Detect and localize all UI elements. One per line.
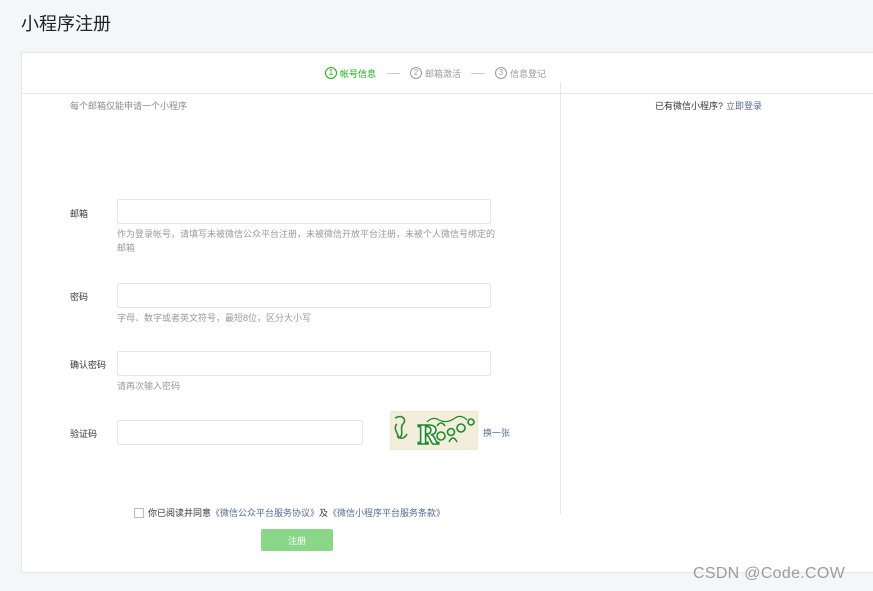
agreement-checkbox[interactable] — [134, 507, 144, 518]
step-number: 1 — [324, 67, 337, 79]
email-tip: 作为登录帐号，请填写未被微信公众平台注册，未被微信开放平台注册，未被个人微信号绑… — [117, 229, 496, 253]
step-number: 2 — [409, 67, 422, 79]
agreement-and: 及 — [319, 508, 329, 518]
agreement-row: 你已阅读并同意 《微信公众平台服务协议》 及 《微信小程序平台服务条款》 — [134, 506, 445, 519]
confirm-password-field[interactable] — [117, 351, 491, 376]
step-label: 帐号信息 — [339, 68, 376, 79]
platform-agreement-link[interactable]: 《微信公众平台服务协议》 — [211, 506, 319, 519]
captcha-graphic: R — [394, 415, 475, 452]
register-button[interactable]: 注册 — [261, 529, 333, 551]
captcha-label: 验证码 — [70, 429, 98, 439]
step-separator — [385, 72, 400, 74]
password-label: 密码 — [70, 292, 89, 302]
existing-account-prompt: 已有微信小程序? 立即登录 — [655, 99, 762, 112]
step-info-registration: 3 信息登记 — [495, 67, 546, 80]
step-indicator: 1 帐号信息 2 邮箱激活 3 信息登记 — [22, 53, 873, 94]
confirm-password-label: 确认密码 — [70, 360, 107, 370]
login-link[interactable]: 立即登录 — [726, 101, 762, 111]
step-label: 信息登记 — [510, 68, 547, 79]
watermark: CSDN @Code.COW — [693, 565, 846, 582]
step-email-activation: 2 邮箱激活 — [409, 67, 461, 80]
password-tip: 字母、数字或者英文符号，最短8位，区分大小写 — [117, 313, 312, 323]
password-field[interactable] — [117, 283, 491, 308]
page-title: 小程序注册 — [21, 14, 111, 34]
refresh-captcha-link[interactable]: 换一张 — [483, 426, 510, 439]
captcha-field[interactable] — [117, 420, 363, 445]
email-label: 邮箱 — [70, 209, 89, 219]
captcha-char: R — [417, 421, 439, 451]
step-label: 邮箱激活 — [424, 68, 461, 79]
existing-account-text: 已有微信小程序? — [655, 101, 724, 111]
miniprogram-terms-link[interactable]: 《微信小程序平台服务条款》 — [328, 506, 445, 519]
captcha-image[interactable]: R — [390, 411, 478, 452]
form-hint: 每个邮箱仅能申请一个小程序 — [70, 101, 188, 111]
step-separator — [471, 72, 485, 74]
agreement-prefix: 你已阅读并同意 — [148, 508, 212, 518]
confirm-password-tip: 请再次输入密码 — [117, 381, 181, 391]
email-field[interactable] — [117, 199, 491, 224]
column-divider — [560, 82, 561, 514]
step-number: 3 — [495, 67, 507, 79]
step-account-info: 1 帐号信息 — [324, 67, 376, 80]
